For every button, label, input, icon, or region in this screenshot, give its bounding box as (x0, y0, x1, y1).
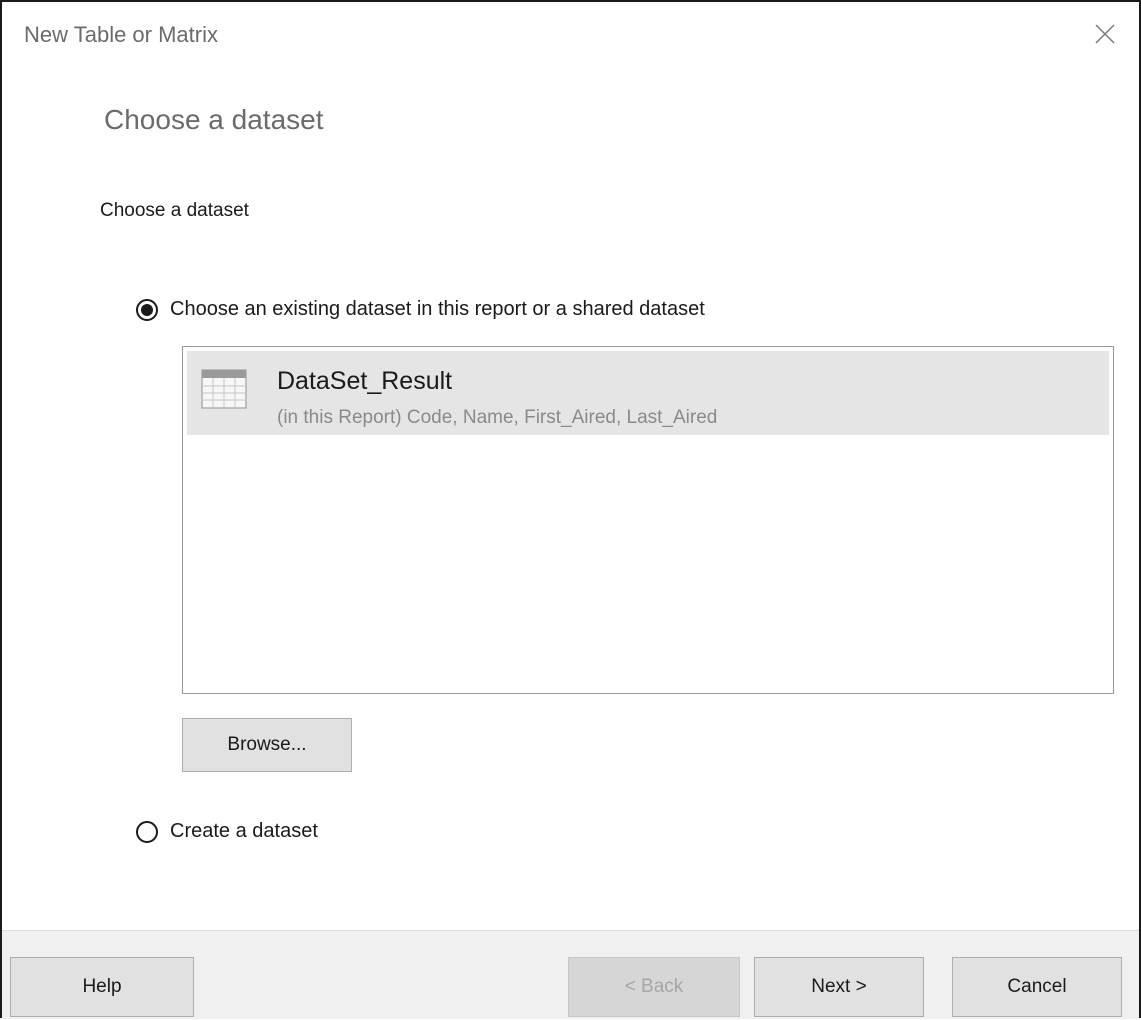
close-icon (1095, 24, 1115, 44)
dataset-name: DataSet_Result (277, 367, 453, 395)
page-heading: Choose a dataset (104, 104, 324, 135)
table-icon (201, 369, 247, 409)
radio-button-selected[interactable] (136, 298, 158, 321)
window-title: New Table or Matrix (24, 22, 218, 47)
radio-existing-dataset[interactable]: Choose an existing dataset in this repor… (136, 298, 705, 321)
dataset-description: (in this Report) Code, Name, First_Aired… (277, 407, 718, 428)
section-label: Choose a dataset (100, 200, 249, 221)
dialog-window: New Table or Matrix Choose a dataset Cho… (0, 0, 1141, 1019)
back-button[interactable]: < Back (568, 957, 740, 1017)
help-button[interactable]: Help (10, 957, 194, 1017)
radio-button-unselected[interactable] (136, 820, 158, 843)
dialog-footer: Help < Back Next > Cancel (2, 930, 1139, 1019)
list-item[interactable]: DataSet_Result (in this Report) Code, Na… (187, 351, 1109, 435)
dataset-list[interactable]: DataSet_Result (in this Report) Code, Na… (182, 346, 1114, 694)
browse-button[interactable]: Browse... (182, 718, 352, 772)
radio-create-label: Create a dataset (170, 820, 318, 842)
cancel-button[interactable]: Cancel (952, 957, 1122, 1017)
title-bar: New Table or Matrix (2, 2, 1139, 66)
next-button[interactable]: Next > (754, 957, 924, 1017)
radio-create-dataset[interactable]: Create a dataset (136, 820, 318, 843)
radio-existing-label: Choose an existing dataset in this repor… (170, 298, 705, 320)
close-button[interactable] (1083, 14, 1127, 54)
